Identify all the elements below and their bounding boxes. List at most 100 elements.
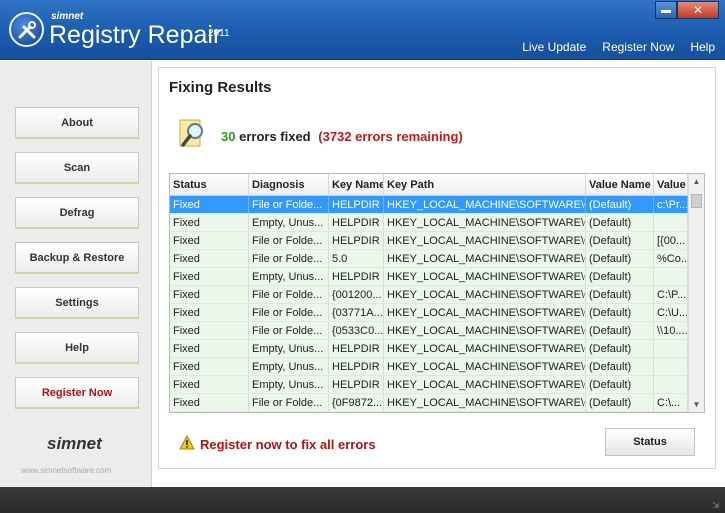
cell-key-name: HELPDIR xyxy=(329,196,384,213)
cell-key-path: HKEY_LOCAL_MACHINE\SOFTWARE\C... xyxy=(384,286,586,303)
scroll-thumb[interactable] xyxy=(691,194,702,208)
scan-button[interactable]: Scan xyxy=(15,152,139,184)
cell-value-name: (Default) xyxy=(586,340,654,357)
vertical-scrollbar[interactable]: ▲ ▼ xyxy=(688,174,704,412)
cell-diagnosis: File or Folde... xyxy=(249,286,329,303)
fixed-count: 30 xyxy=(221,129,236,144)
column-status[interactable]: Status xyxy=(170,174,249,195)
cell-status: Fixed xyxy=(170,340,249,357)
cell-value: [{00... xyxy=(654,232,688,249)
top-links: Live Update Register Now Help xyxy=(522,40,715,54)
table-row[interactable]: Fixed Empty, Unus... HELPDIR HKEY_LOCAL_MAC… xyxy=(170,358,704,376)
cell-status: Fixed xyxy=(170,250,249,267)
table-row[interactable]: Fixed Empty, Unus... HELPDIR HKEY_LOCAL_MAC… xyxy=(170,340,704,358)
bottom-bar: ⇲ xyxy=(0,487,725,513)
backup-restore-button[interactable]: Backup & Restore xyxy=(15,242,139,274)
fix-summary: 30 errors fixed (3732 errors remaining) xyxy=(221,129,463,144)
table-row[interactable]: Fixed File or Folde... {03771A... HKEY_LOCA… xyxy=(170,304,704,322)
help-link[interactable]: Help xyxy=(690,40,715,54)
minimize-button[interactable]: ▬ xyxy=(655,1,677,19)
cell-status: Fixed xyxy=(170,196,249,213)
results-table: Status Diagnosis Key Name Key Path Value… xyxy=(169,173,705,413)
cell-diagnosis: File or Folde... xyxy=(249,394,329,411)
table-row[interactable]: Fixed File or Folde... HELPDIR HKEY_LOCAL_M… xyxy=(170,232,704,250)
cell-value-name: (Default) xyxy=(586,286,654,303)
cell-value xyxy=(654,376,688,393)
table-row[interactable]: Fixed File or Folde... {0533C0... HKEY_LOCA… xyxy=(170,322,704,340)
cell-status: Fixed xyxy=(170,394,249,411)
column-value[interactable]: Value xyxy=(654,174,688,195)
close-button[interactable]: ✕ xyxy=(677,1,719,19)
cell-value-name: (Default) xyxy=(586,394,654,411)
register-warning: Register now to fix all errors xyxy=(179,434,376,453)
cell-value-name: (Default) xyxy=(586,358,654,375)
sidebar: About Scan Defrag Backup & Restore Setti… xyxy=(0,61,152,487)
cell-status: Fixed xyxy=(170,214,249,231)
cell-value xyxy=(654,358,688,375)
table-header: Status Diagnosis Key Name Key Path Value… xyxy=(170,174,704,196)
cell-key-name: HELPDIR xyxy=(329,268,384,285)
cell-key-path: HKEY_LOCAL_MACHINE\SOFTWARE\C... xyxy=(384,214,586,231)
cell-status: Fixed xyxy=(170,268,249,285)
table-row[interactable]: Fixed Empty, Unus... HELPDIR HKEY_LOCAL_MAC… xyxy=(170,376,704,394)
cell-key-name: {001200... xyxy=(329,286,384,303)
main-panel: Fixing Results 30 errors fixed (3732 err… xyxy=(158,67,716,469)
cell-key-name: HELPDIR xyxy=(329,340,384,357)
column-key-name[interactable]: Key Name xyxy=(329,174,384,195)
cell-value xyxy=(654,268,688,285)
close-icon: ✕ xyxy=(692,3,704,17)
defrag-button[interactable]: Defrag xyxy=(15,197,139,229)
table-row[interactable]: Fixed File or Folde... {0F9872... HKEY_LOCA… xyxy=(170,394,704,412)
settings-button[interactable]: Settings xyxy=(15,287,139,319)
cell-diagnosis: Empty, Unus... xyxy=(249,268,329,285)
cell-value-name: (Default) xyxy=(586,322,654,339)
cell-key-name: HELPDIR xyxy=(329,376,384,393)
help-button[interactable]: Help xyxy=(15,332,139,364)
table-row[interactable]: Fixed File or Folde... HELPDIR HKEY_LOCAL_M… xyxy=(170,196,704,214)
cell-key-path: HKEY_LOCAL_MACHINE\SOFTWARE\C... xyxy=(384,358,586,375)
cell-diagnosis: File or Folde... xyxy=(249,250,329,267)
cell-diagnosis: Empty, Unus... xyxy=(249,376,329,393)
scroll-up-icon[interactable]: ▲ xyxy=(689,174,704,189)
cell-key-name: {0F9872... xyxy=(329,394,384,411)
cell-value-name: (Default) xyxy=(586,232,654,249)
cell-value-name: (Default) xyxy=(586,214,654,231)
table-row[interactable]: Fixed File or Folde... {001200... HKEY_LOCA… xyxy=(170,286,704,304)
app-year: 2011 xyxy=(208,28,230,39)
column-value-name[interactable]: Value Name xyxy=(586,174,654,195)
resize-grip-icon[interactable]: ⇲ xyxy=(712,500,722,510)
column-key-path[interactable]: Key Path xyxy=(384,174,586,195)
status-button[interactable]: Status xyxy=(605,428,695,456)
sidebar-brand-logo: simnet xyxy=(47,434,102,453)
cell-status: Fixed xyxy=(170,376,249,393)
cell-diagnosis: File or Folde... xyxy=(249,304,329,321)
tools-logo-icon xyxy=(9,12,44,47)
cell-diagnosis: Empty, Unus... xyxy=(249,214,329,231)
cell-value: C:\P... xyxy=(654,286,688,303)
about-button[interactable]: About xyxy=(15,107,139,139)
table-body: Fixed File or Folde... HELPDIR HKEY_LOCAL_M… xyxy=(170,196,704,412)
cell-status: Fixed xyxy=(170,358,249,375)
table-row[interactable]: Fixed Empty, Unus... HELPDIR HKEY_LOCAL_MAC… xyxy=(170,214,704,232)
cell-value: c:\Pr... xyxy=(654,196,688,213)
cell-value-name: (Default) xyxy=(586,250,654,267)
register-warning-text[interactable]: Register now to fix all errors xyxy=(200,437,376,452)
scroll-down-icon[interactable]: ▼ xyxy=(689,397,704,412)
cell-key-path: HKEY_LOCAL_MACHINE\SOFTWARE\C... xyxy=(384,304,586,321)
cell-value-name: (Default) xyxy=(586,268,654,285)
cell-key-name: HELPDIR xyxy=(329,214,384,231)
cell-key-path: HKEY_LOCAL_MACHINE\SOFTWARE\C... xyxy=(384,376,586,393)
cell-value-name: (Default) xyxy=(586,376,654,393)
cell-status: Fixed xyxy=(170,322,249,339)
column-diagnosis[interactable]: Diagnosis xyxy=(249,174,329,195)
cell-key-path: HKEY_LOCAL_MACHINE\SOFTWARE\C... xyxy=(384,232,586,249)
cell-key-path: HKEY_LOCAL_MACHINE\SOFTWARE\C... xyxy=(384,394,586,411)
register-now-button[interactable]: Register Now xyxy=(15,377,139,409)
register-now-link[interactable]: Register Now xyxy=(602,40,674,54)
cell-diagnosis: File or Folde... xyxy=(249,196,329,213)
live-update-link[interactable]: Live Update xyxy=(522,40,586,54)
cell-key-path: HKEY_LOCAL_MACHINE\SOFTWARE\C... xyxy=(384,322,586,339)
table-row[interactable]: Fixed File or Folde... 5.0 HKEY_LOCAL_MACHI… xyxy=(170,250,704,268)
table-row[interactable]: Fixed Empty, Unus... HELPDIR HKEY_LOCAL_MAC… xyxy=(170,268,704,286)
title-bar: simnet Registry Repair 2011 ▬ ✕ Live Upd… xyxy=(0,0,725,60)
